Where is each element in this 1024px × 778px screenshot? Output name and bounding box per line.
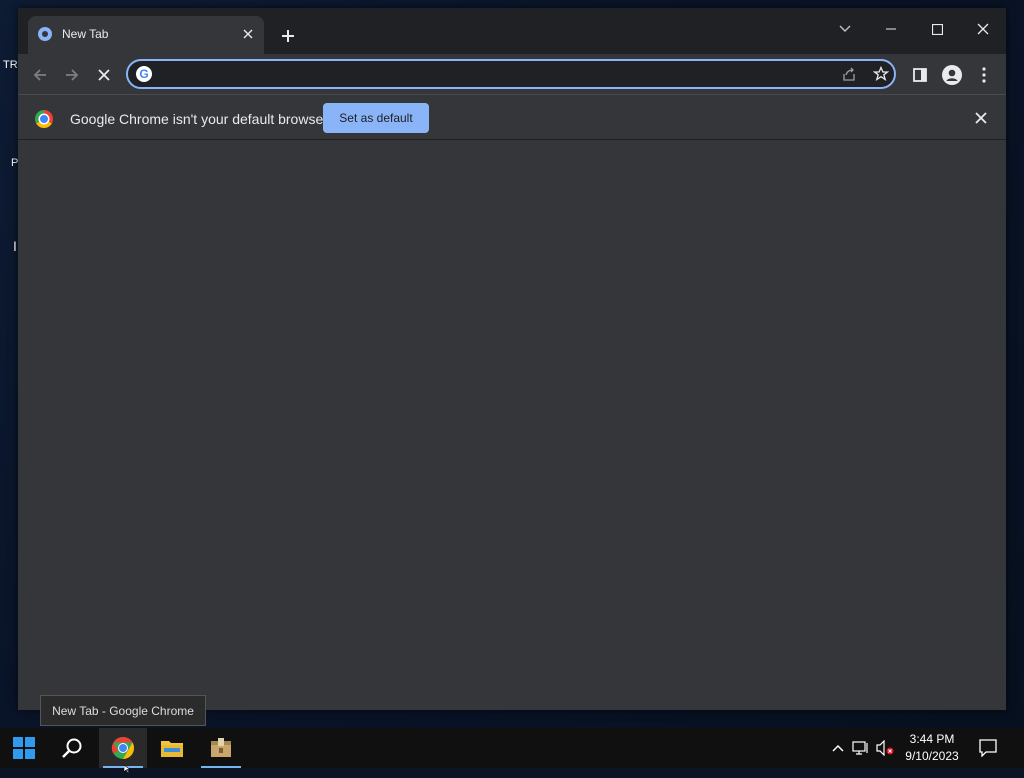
toolbar: G xyxy=(18,54,1006,94)
chrome-logo-icon xyxy=(35,110,53,128)
clock-time: 3:44 PM xyxy=(909,732,955,746)
clock-date: 9/10/2023 xyxy=(905,749,959,763)
back-button[interactable] xyxy=(26,61,54,89)
package-app-icon[interactable] xyxy=(197,728,245,768)
infobar-close-icon[interactable] xyxy=(971,108,991,128)
profile-avatar-icon[interactable] xyxy=(938,61,966,89)
close-window-button[interactable] xyxy=(960,12,1006,46)
default-browser-infobar: Google Chrome isn't your default browser… xyxy=(18,94,1006,140)
minimize-button[interactable] xyxy=(868,12,914,46)
desktop-text-fragment: TR xyxy=(3,59,18,71)
share-icon[interactable] xyxy=(838,63,860,85)
desktop-text-fragment: I xyxy=(13,238,17,254)
taskbar-chrome-icon[interactable] xyxy=(99,728,147,768)
start-button[interactable] xyxy=(0,728,48,768)
stop-loading-button[interactable] xyxy=(90,61,118,89)
volume-muted-icon[interactable] xyxy=(876,738,896,758)
page-content xyxy=(18,140,1006,710)
system-clock[interactable]: 3:44 PM 9/10/2023 xyxy=(896,731,968,765)
network-icon[interactable] xyxy=(851,738,871,758)
kebab-menu-icon[interactable] xyxy=(970,61,998,89)
set-as-default-button[interactable]: Set as default xyxy=(323,103,429,133)
tab-new-tab[interactable]: New Tab xyxy=(28,16,264,54)
tab-strip: New Tab xyxy=(18,8,1006,54)
chrome-window: New Tab G Google Chrome isn't your defau… xyxy=(18,8,1006,710)
show-hidden-icons-chevron-icon[interactable] xyxy=(828,738,848,758)
side-panel-icon[interactable] xyxy=(906,61,934,89)
notification-center-icon[interactable] xyxy=(976,736,1000,760)
google-icon: G xyxy=(136,66,152,82)
file-explorer-icon[interactable] xyxy=(148,728,196,768)
chrome-newtab-icon xyxy=(38,27,52,41)
taskbar-tooltip: New Tab - Google Chrome xyxy=(40,695,206,726)
maximize-button[interactable] xyxy=(914,12,960,46)
infobar-message: Google Chrome isn't your default browser xyxy=(70,111,328,127)
tab-search-chevron-icon[interactable] xyxy=(822,12,868,46)
mouse-cursor-icon xyxy=(123,760,132,778)
address-bar[interactable]: G xyxy=(126,59,896,89)
forward-button[interactable] xyxy=(58,61,86,89)
tab-title: New Tab xyxy=(62,27,109,41)
new-tab-button[interactable] xyxy=(276,24,300,48)
search-icon[interactable] xyxy=(48,728,96,768)
tab-close-icon[interactable] xyxy=(238,24,258,44)
taskbar: 3:44 PM 9/10/2023 xyxy=(0,728,1024,768)
bookmark-star-icon[interactable] xyxy=(870,63,892,85)
address-input[interactable] xyxy=(158,64,822,86)
